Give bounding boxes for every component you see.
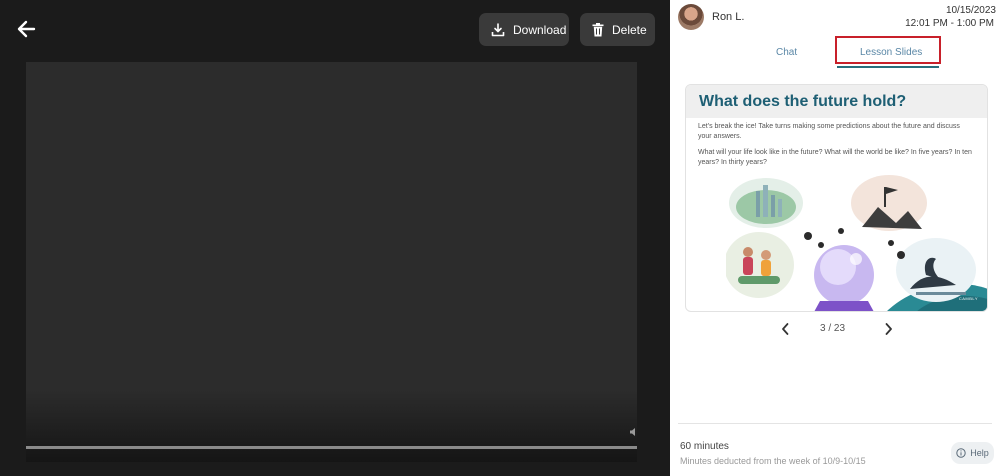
active-tab-indicator [837,66,939,68]
info-icon [956,448,966,458]
help-button[interactable]: Help [951,442,994,464]
help-label: Help [970,448,989,458]
video-player-panel: Download Delete [0,0,670,476]
slide-paragraph: What will your life look like in the fut… [698,149,972,166]
future-illustration [726,175,987,311]
download-label: Download [513,22,567,37]
chevron-right-icon[interactable] [884,322,894,336]
tab-chat[interactable]: Chat [776,47,797,58]
back-button[interactable] [14,17,38,41]
tab-lesson-slides[interactable]: Lesson Slides [860,47,922,58]
lesson-slide: What does the future hold? Let's break t… [685,84,988,312]
video-screen[interactable] [26,62,637,462]
delete-button[interactable]: Delete [580,13,655,46]
session-details-panel: Ron L. 10/15/2023 12:01 PM - 1:00 PM Cha… [670,0,1000,476]
slide-brand: CAMBLY [958,296,978,301]
trash-icon [592,22,604,36]
volume-icon[interactable] [629,427,639,437]
slide-paragraph: Let's break the ice! Take turns making s… [698,123,960,140]
session-duration: 60 minutes [680,441,729,452]
minutes-deducted-note: Minutes deducted from the week of 10/9-1… [680,456,866,466]
tutor-avatar [678,4,704,30]
slide-title: What does the future hold? [699,93,907,110]
download-button[interactable]: Download [479,13,569,46]
delete-label: Delete [612,22,647,37]
session-time: 12:01 PM - 1:00 PM [905,18,994,29]
video-progress-bar[interactable] [26,446,637,449]
footer-divider [678,423,992,424]
session-date: 10/15/2023 [945,5,996,16]
download-icon [491,22,505,36]
tutor-name: Ron L. [712,11,745,23]
chevron-left-icon[interactable] [780,322,790,336]
slide-counter: 3 / 23 [820,323,846,334]
arrow-left-icon [17,20,36,38]
